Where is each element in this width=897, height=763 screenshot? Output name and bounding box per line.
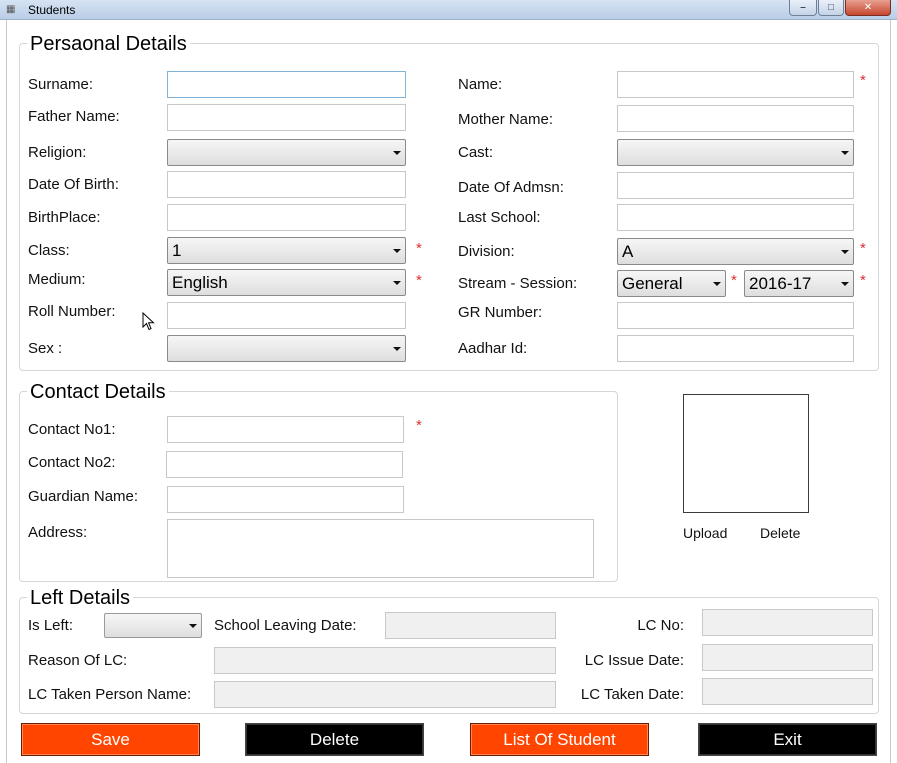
mother-name-field[interactable] <box>617 105 854 132</box>
chevron-down-icon <box>393 347 401 351</box>
gr-number-label: GR Number: <box>458 304 543 321</box>
chevron-down-icon <box>841 282 849 286</box>
stream-select[interactable]: General <box>617 270 726 297</box>
lc-issue-date-label: LC Issue Date: <box>584 652 684 669</box>
surname-label: Surname: <box>28 76 94 93</box>
father-name-field[interactable] <box>167 104 406 131</box>
mouse-cursor-icon <box>142 312 155 331</box>
contact-no1-label: Contact No1: <box>28 421 116 438</box>
mother-name-label: Mother Name: <box>458 111 554 128</box>
roll-number-label: Roll Number: <box>28 303 116 320</box>
surname-field[interactable] <box>167 71 406 98</box>
date-of-admission-label: Date Of Admsn: <box>458 179 564 196</box>
student-photo-box <box>683 394 809 513</box>
contact-no1-required-mark: * <box>416 417 422 434</box>
last-school-label: Last School: <box>458 209 541 226</box>
class-required-mark: * <box>416 240 422 257</box>
delete-button[interactable]: Delete <box>245 723 424 756</box>
is-left-label: Is Left: <box>28 617 74 634</box>
name-field[interactable] <box>617 71 854 98</box>
contact-no2-label: Contact No2: <box>28 454 116 471</box>
address-textarea[interactable] <box>167 519 594 578</box>
guardian-name-field[interactable] <box>167 486 404 513</box>
date-of-admission-field[interactable] <box>617 172 854 199</box>
cast-label: Cast: <box>458 144 494 161</box>
stream-select-value: General <box>622 274 683 293</box>
delete-photo-link[interactable]: Delete <box>760 524 800 542</box>
class-select[interactable]: 1 <box>167 237 406 264</box>
chevron-down-icon <box>841 250 849 254</box>
chevron-down-icon <box>393 151 401 155</box>
cast-select[interactable] <box>617 139 854 166</box>
is-left-select[interactable] <box>104 613 202 638</box>
address-label: Address: <box>28 524 88 541</box>
minimize-icon[interactable]: – <box>789 0 817 16</box>
window-title: Students <box>28 3 76 17</box>
maximize-icon[interactable]: □ <box>818 0 844 16</box>
lc-no-field[interactable] <box>702 609 873 636</box>
left-details-legend: Left Details <box>27 587 134 609</box>
lc-no-label: LC No: <box>637 617 684 634</box>
father-name-label: Father Name: <box>28 108 120 125</box>
gr-number-field[interactable] <box>617 302 854 329</box>
chevron-down-icon <box>713 282 721 286</box>
roll-number-field[interactable] <box>167 302 406 329</box>
sex-label: Sex : <box>28 340 63 357</box>
name-label: Name: <box>458 76 503 93</box>
contact-no2-field[interactable] <box>166 451 403 478</box>
chevron-down-icon <box>393 249 401 253</box>
division-select-value: A <box>622 242 634 261</box>
lc-taken-date-label: LC Taken Date: <box>580 686 684 703</box>
session-select-value: 2016-17 <box>749 274 812 293</box>
title-bar[interactable]: ▦ Students – □ ✕ <box>0 0 897 20</box>
save-button[interactable]: Save <box>21 723 200 756</box>
birthplace-field[interactable] <box>167 204 406 231</box>
contact-details-legend: Contact Details <box>27 381 169 403</box>
lc-taken-person-label: LC Taken Person Name: <box>28 686 192 703</box>
birthplace-label: BirthPlace: <box>28 209 101 226</box>
chevron-down-icon <box>841 151 849 155</box>
school-leaving-date-field[interactable] <box>385 612 556 639</box>
name-required-mark: * <box>860 72 866 89</box>
exit-button[interactable]: Exit <box>698 723 877 756</box>
religion-select[interactable] <box>167 139 406 166</box>
close-icon[interactable]: ✕ <box>845 0 891 16</box>
reason-of-lc-label: Reason Of LC: <box>28 652 128 669</box>
medium-label: Medium: <box>28 271 86 288</box>
contact-no1-field[interactable] <box>167 416 404 443</box>
stream-session-label: Stream - Session: <box>458 275 578 292</box>
upload-photo-link[interactable]: Upload <box>683 524 727 542</box>
lc-taken-date-field[interactable] <box>702 678 873 705</box>
lc-issue-date-field[interactable] <box>702 644 873 671</box>
stream-required-mark: * <box>731 272 737 289</box>
list-of-student-button[interactable]: List Of Student <box>470 723 649 756</box>
personal-details-legend: Persaonal Details <box>27 33 190 55</box>
class-label: Class: <box>28 242 70 259</box>
reason-of-lc-field[interactable] <box>214 647 556 674</box>
religion-label: Religion: <box>28 144 87 161</box>
guardian-name-label: Guardian Name: <box>28 488 139 505</box>
division-select[interactable]: A <box>617 238 854 265</box>
session-required-mark: * <box>860 272 866 289</box>
lc-taken-person-field[interactable] <box>214 681 556 708</box>
division-required-mark: * <box>860 240 866 257</box>
date-of-birth-label: Date Of Birth: <box>28 176 119 193</box>
medium-required-mark: * <box>416 272 422 289</box>
medium-select[interactable]: English <box>167 269 406 296</box>
app-icon: ▦ <box>6 4 16 15</box>
chevron-down-icon <box>189 624 197 628</box>
aadhar-id-field[interactable] <box>617 335 854 362</box>
session-select[interactable]: 2016-17 <box>744 270 854 297</box>
last-school-field[interactable] <box>617 204 854 231</box>
aadhar-id-label: Aadhar Id: <box>458 340 528 357</box>
school-leaving-date-label: School Leaving Date: <box>214 617 357 634</box>
chevron-down-icon <box>393 281 401 285</box>
medium-select-value: English <box>172 273 228 292</box>
class-select-value: 1 <box>172 241 182 260</box>
sex-select[interactable] <box>167 335 406 362</box>
division-label: Division: <box>458 243 515 260</box>
date-of-birth-field[interactable] <box>167 171 406 198</box>
